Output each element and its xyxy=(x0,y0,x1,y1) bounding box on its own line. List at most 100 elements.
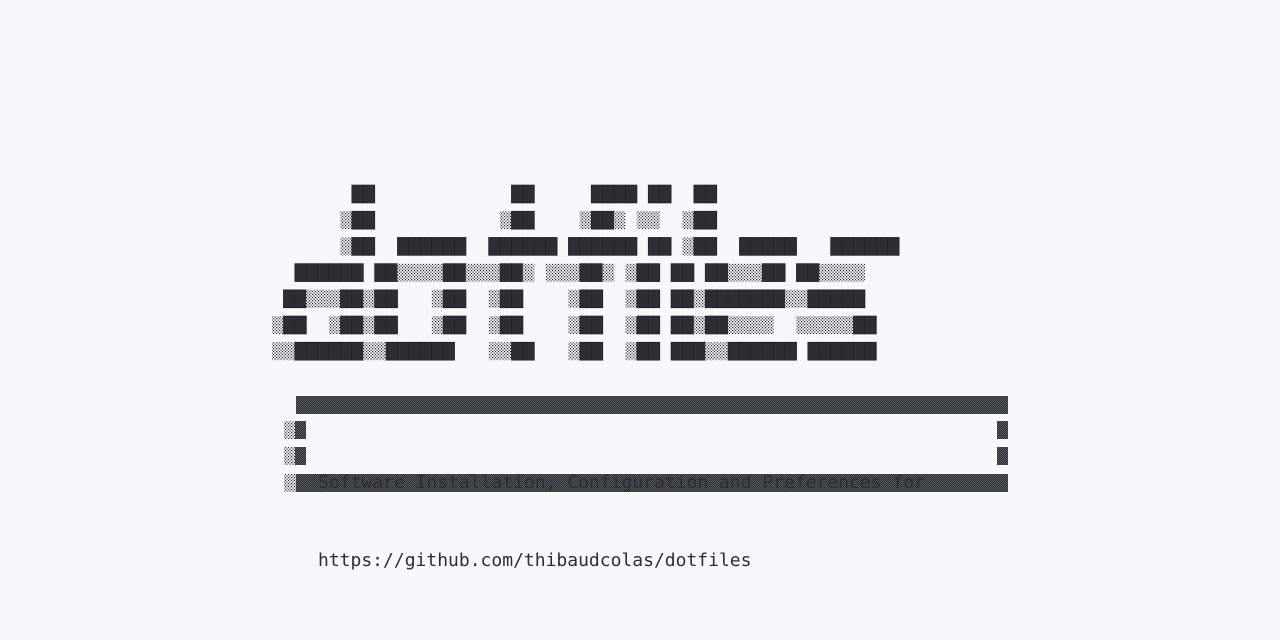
logo-solid-cell xyxy=(853,341,866,361)
logo-solid-cell xyxy=(647,341,661,361)
logo-solid-cell xyxy=(739,289,752,309)
logo-shade-cell xyxy=(340,237,352,256)
banner-left-shadow-1 xyxy=(284,421,295,439)
logo-shade-cell xyxy=(488,316,501,334)
logo-shade-cell xyxy=(750,263,763,282)
logo-shade-cell xyxy=(682,237,694,256)
logo-solid-cell xyxy=(647,184,661,204)
logo-shade-cell xyxy=(568,342,580,361)
logo-solid-cell xyxy=(841,237,854,256)
logo-shade-cell xyxy=(363,289,375,308)
logo-solid-cell xyxy=(317,341,330,361)
logo-solid-cell xyxy=(579,237,592,256)
logo-shade-cell xyxy=(420,263,432,282)
logo-solid-cell xyxy=(773,341,786,361)
logo-shade-cell xyxy=(693,289,706,308)
logo-solid-cell xyxy=(682,315,695,335)
logo-solid-cell xyxy=(716,315,729,335)
logo-solid-cell xyxy=(294,341,307,361)
logo-solid-cell xyxy=(807,263,820,282)
logo-shade-cell xyxy=(568,289,580,308)
logo-solid-cell xyxy=(442,263,455,282)
logo-shade-cell xyxy=(363,316,375,334)
logo-solid-cell xyxy=(704,315,718,335)
logo-solid-cell xyxy=(864,237,877,256)
logo-solid-cell xyxy=(454,289,467,309)
logo-shade-cell xyxy=(830,263,843,282)
logo-shade-cell xyxy=(477,263,489,282)
logo-solid-cell xyxy=(442,341,455,361)
logo-shade-cell xyxy=(807,316,820,334)
logo-shade-cell xyxy=(636,211,649,230)
logo-solid-cell xyxy=(818,341,832,361)
logo-solid-cell xyxy=(773,263,786,282)
logo-solid-cell xyxy=(283,315,296,335)
banner-left-border-2 xyxy=(295,447,306,465)
logo-solid-cell xyxy=(636,289,649,309)
logo-solid-cell xyxy=(419,237,433,256)
logo-solid-cell xyxy=(716,263,729,282)
logo-solid-cell xyxy=(283,289,296,309)
logo-solid-cell xyxy=(647,237,661,256)
logo-shade-cell xyxy=(488,289,501,308)
logo-solid-cell xyxy=(522,237,535,256)
logo-solid-cell xyxy=(727,341,740,361)
logo-solid-cell xyxy=(340,341,353,361)
logo-solid-cell xyxy=(659,184,672,204)
banner-right-border-2 xyxy=(997,447,1008,465)
logo-solid-cell xyxy=(602,210,615,230)
logo-solid-cell xyxy=(625,237,638,256)
logo-solid-cell xyxy=(442,237,455,256)
logo-solid-cell xyxy=(590,315,604,335)
logo-shade-cell xyxy=(614,211,626,230)
logo-shade-cell xyxy=(728,316,740,334)
logo-solid-cell xyxy=(351,237,364,256)
logo-solid-cell xyxy=(830,341,843,361)
logo-solid-cell xyxy=(579,341,592,361)
logo-shade-cell xyxy=(625,263,637,282)
logo-solid-cell xyxy=(864,315,877,335)
logo-solid-cell xyxy=(328,263,341,282)
logo-shade-cell xyxy=(819,263,831,282)
logo-solid-cell xyxy=(442,289,455,309)
logo-solid-cell xyxy=(784,237,797,256)
banner-top-border xyxy=(296,396,1008,414)
logo-solid-cell xyxy=(796,263,809,282)
logo-solid-cell xyxy=(499,289,512,309)
logo-solid-cell xyxy=(682,263,695,282)
logo-shade-cell xyxy=(465,263,478,282)
logo-solid-cell xyxy=(750,289,763,309)
logo-shade-cell xyxy=(739,263,751,282)
logo-solid-cell xyxy=(431,237,444,256)
logo-shade-cell xyxy=(750,316,763,334)
logo-solid-cell xyxy=(625,184,638,204)
logo-shade-cell xyxy=(568,263,580,282)
logo-shade-cell xyxy=(796,316,808,334)
logo-shade-cell xyxy=(272,316,284,334)
logo-solid-cell xyxy=(875,237,889,256)
logo-solid-cell xyxy=(761,341,775,361)
logo-shade-cell xyxy=(648,211,660,230)
logo-shade-cell xyxy=(283,342,295,361)
logo-shade-cell xyxy=(625,342,637,361)
logo-solid-cell xyxy=(294,289,307,309)
logo-solid-cell xyxy=(442,315,455,335)
logo-solid-cell xyxy=(693,341,706,361)
logo-solid-cell xyxy=(750,341,763,361)
logo-solid-cell xyxy=(454,237,467,256)
logo-solid-cell xyxy=(362,237,376,256)
logo-solid-cell xyxy=(568,237,581,256)
logo-solid-cell xyxy=(693,210,706,230)
logo-solid-cell xyxy=(579,315,592,335)
logo-solid-cell xyxy=(374,289,387,309)
logo-shade-cell xyxy=(306,289,318,308)
logo-solid-cell xyxy=(305,263,319,282)
logo-solid-cell xyxy=(499,237,512,256)
logo-shade-cell xyxy=(842,263,854,282)
logo-shade-cell xyxy=(374,342,387,361)
logo-solid-cell xyxy=(761,237,775,256)
logo-solid-cell xyxy=(773,289,786,309)
logo-shade-cell xyxy=(568,316,580,334)
logo-shade-cell xyxy=(602,263,615,282)
logo-solid-cell xyxy=(739,237,752,256)
